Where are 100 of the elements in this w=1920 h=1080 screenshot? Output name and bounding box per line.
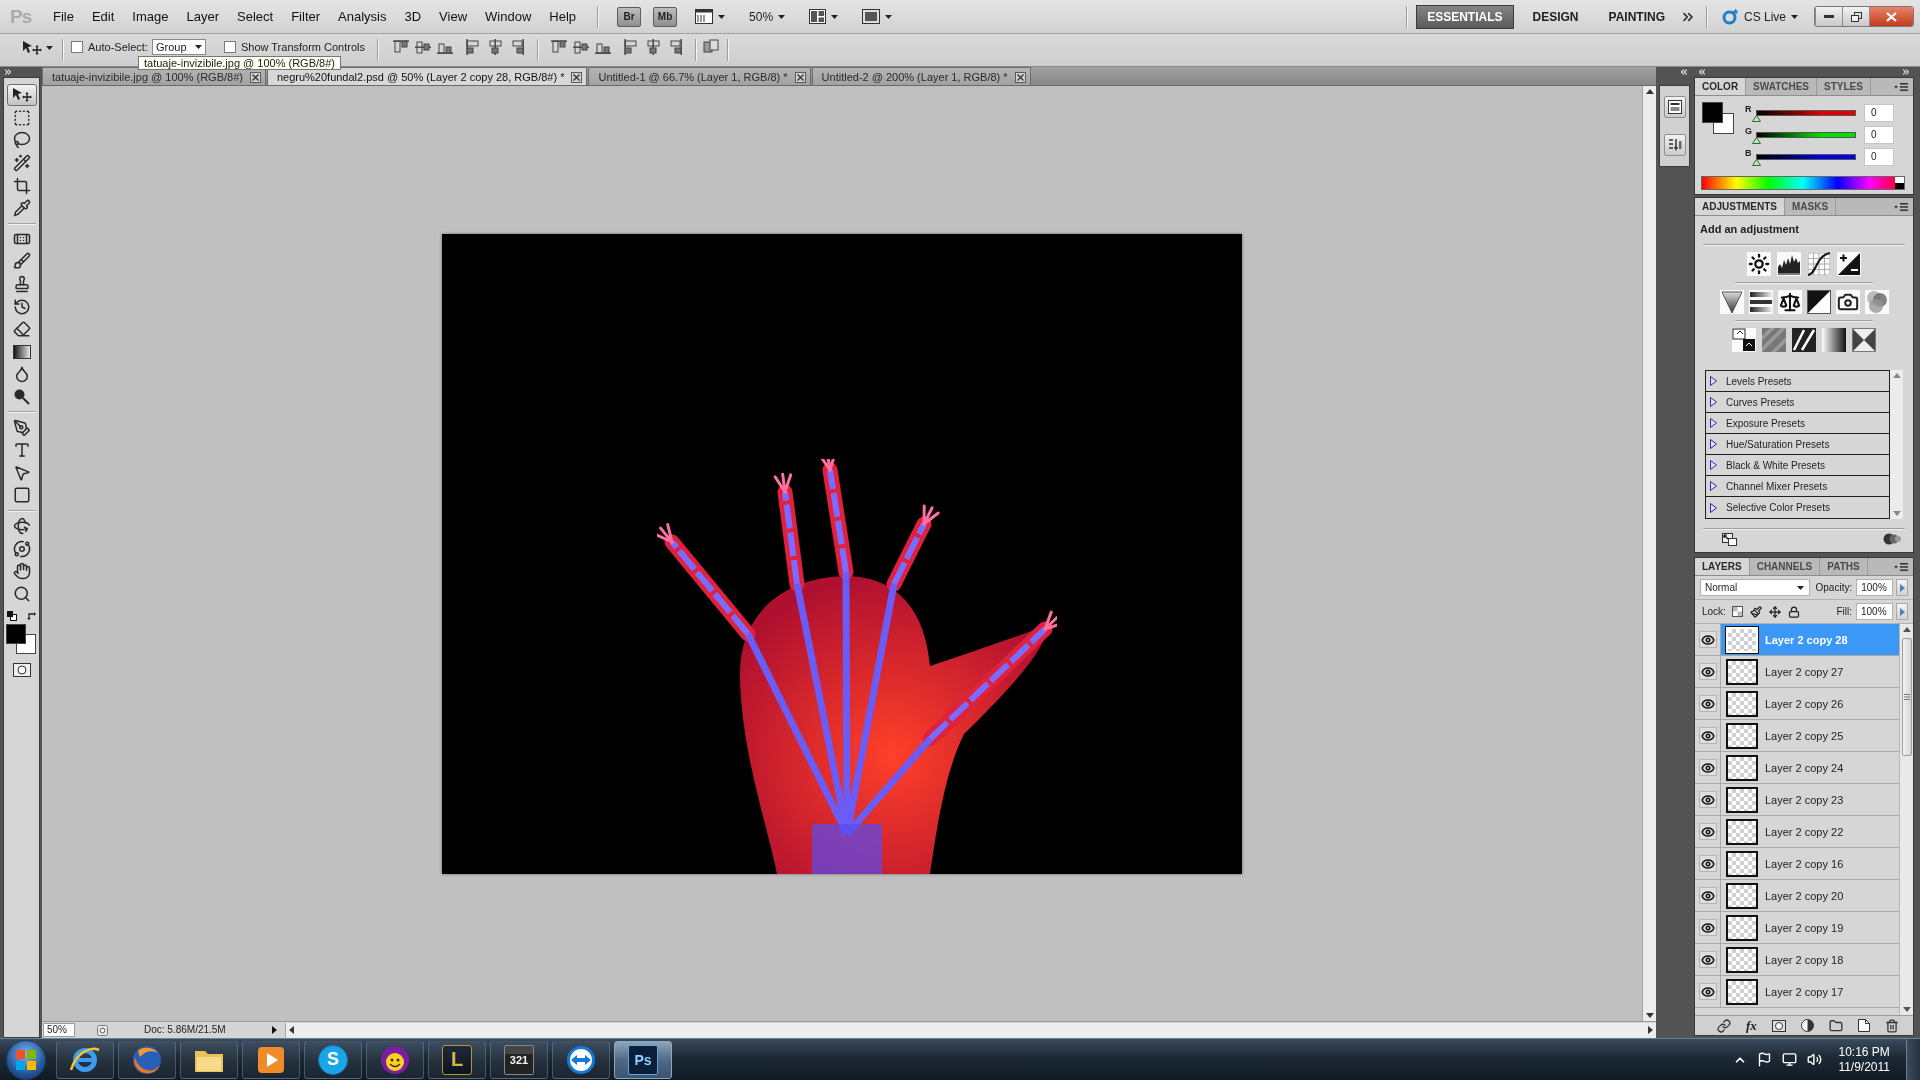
start-button[interactable]: [6, 1039, 46, 1080]
histogram-icon[interactable]: [1777, 252, 1801, 276]
app-launch-button[interactable]: Br: [617, 6, 642, 27]
collapse-dock-icon[interactable]: [1679, 67, 1689, 77]
selected-tool-button[interactable]: [6, 84, 37, 107]
panel-tab[interactable]: SWATCHES: [1746, 78, 1818, 95]
close-icon[interactable]: [571, 72, 583, 83]
color-swatches[interactable]: [6, 624, 37, 656]
layer-row[interactable]: Layer 2 copy 23: [1695, 784, 1899, 816]
checkerboard-icon[interactable]: [1731, 606, 1743, 617]
checkbox[interactable]: [71, 41, 83, 53]
taskbar-button[interactable]: [242, 1040, 300, 1079]
panel-tab[interactable]: CHANNELS: [1749, 558, 1821, 575]
close-icon[interactable]: [1014, 72, 1026, 83]
taskbar-button[interactable]: [118, 1040, 176, 1079]
close-icon[interactable]: [794, 72, 806, 83]
opacity-field[interactable]: 100%: [1856, 579, 1894, 596]
auto-align-button[interactable]: [703, 39, 720, 55]
taskbar-button[interactable]: [366, 1040, 424, 1079]
scroll-down-icon[interactable]: [1645, 1013, 1654, 1018]
align-icon[interactable]: [393, 39, 410, 55]
distribute-icon[interactable]: [667, 39, 684, 55]
expand-triangle-icon[interactable]: [1710, 439, 1717, 449]
threshold-icon[interactable]: [1792, 328, 1816, 352]
gradient-icon[interactable]: [12, 344, 31, 359]
exposure-icon[interactable]: [1837, 252, 1861, 276]
lasso-icon[interactable]: [12, 131, 31, 150]
taskbar-button[interactable]: [180, 1040, 238, 1079]
scroll-down-icon[interactable]: [1902, 1007, 1911, 1012]
menu-item[interactable]: Select: [228, 6, 283, 27]
trash-icon[interactable]: [1884, 1018, 1899, 1033]
eye-icon[interactable]: [1698, 855, 1717, 872]
crop-icon[interactable]: [12, 176, 31, 195]
balance-scale-icon[interactable]: [1777, 290, 1802, 314]
menu-item[interactable]: Image: [123, 6, 178, 27]
quick-mask-button[interactable]: [12, 663, 31, 678]
triangle-icon[interactable]: [1719, 290, 1744, 314]
expand-triangle-icon[interactable]: [1710, 418, 1717, 428]
taskbar-button[interactable]: L: [428, 1040, 486, 1079]
slider-thumb[interactable]: [1752, 158, 1761, 166]
cs-live-button[interactable]: CS Live: [1717, 8, 1802, 25]
slider-thumb[interactable]: [1752, 114, 1761, 122]
taskbar-button[interactable]: [552, 1040, 610, 1079]
brush-icon[interactable]: [1749, 605, 1762, 618]
preset-item[interactable]: Selective Color Presets: [1706, 497, 1889, 518]
scroll-up-icon[interactable]: [1645, 89, 1654, 94]
hue-bars-icon[interactable]: [1748, 290, 1773, 314]
layer-row[interactable]: Layer 2 copy 25: [1695, 720, 1899, 752]
workspace-button[interactable]: DESIGN: [1521, 4, 1590, 29]
distribute-icon[interactable]: [573, 39, 590, 55]
type-icon[interactable]: [12, 441, 31, 460]
move-arrow-icon[interactable]: [11, 87, 32, 104]
scroll-up-icon[interactable]: [1902, 627, 1911, 632]
eye-icon[interactable]: [1698, 727, 1717, 744]
magic-wand-icon[interactable]: [12, 154, 31, 173]
overlapping-circles-icon[interactable]: [1864, 290, 1889, 314]
channel-value-field[interactable]: 0: [1864, 104, 1894, 122]
preset-item[interactable]: Black & White Presets: [1706, 455, 1889, 476]
curve-graph-icon[interactable]: [1807, 252, 1831, 276]
network-icon[interactable]: [1782, 1052, 1798, 1067]
auto-select-dropdown[interactable]: Group: [151, 39, 206, 55]
slider-thumb[interactable]: [1752, 136, 1761, 144]
mask-icon[interactable]: [1771, 1019, 1786, 1032]
overlapping-circles-icon[interactable]: [1883, 533, 1901, 545]
show-desktop-button[interactable]: [1906, 1039, 1920, 1080]
triangle-right-icon[interactable]: [272, 1026, 277, 1034]
menu-item[interactable]: File: [44, 6, 83, 27]
restore-button[interactable]: [1842, 7, 1869, 26]
rounded-square-icon[interactable]: [97, 1024, 108, 1036]
fill-slider-button[interactable]: [1896, 603, 1908, 620]
channel-value-field[interactable]: 0: [1864, 126, 1894, 144]
eye-icon[interactable]: [1698, 631, 1717, 648]
crossed-triangles-icon[interactable]: [1852, 328, 1876, 352]
scrollbar-thumb[interactable]: [1901, 638, 1912, 756]
vertical-scrollbar[interactable]: [1642, 86, 1656, 1021]
default-colors-icon[interactable]: [6, 611, 17, 622]
layer-row[interactable]: Layer 2 copy 16: [1695, 848, 1899, 880]
minimize-button[interactable]: [1815, 7, 1842, 26]
dashed-square-icon[interactable]: [12, 108, 31, 127]
preset-item[interactable]: Levels Presets: [1706, 371, 1889, 392]
menu-item[interactable]: Layer: [177, 6, 229, 27]
layer-row[interactable]: Layer 2 copy 18: [1695, 944, 1899, 976]
zoom-field[interactable]: 50%: [43, 1023, 75, 1037]
distribute-icon[interactable]: [645, 39, 662, 55]
align-icon[interactable]: [415, 39, 432, 55]
preset-item[interactable]: Channel Mixer Presets: [1706, 476, 1889, 497]
zoom-dropdown[interactable]: 50%: [745, 5, 790, 28]
align-icon[interactable]: [509, 39, 526, 55]
menu-item[interactable]: Analysis: [329, 6, 396, 27]
eye-icon[interactable]: [1698, 887, 1717, 904]
checkbox[interactable]: [223, 41, 236, 53]
expand-panels-icon[interactable]: [1901, 67, 1911, 77]
horizontal-scrollbar[interactable]: [285, 1022, 1656, 1038]
layer-row[interactable]: Layer 2 copy 17: [1695, 976, 1899, 1008]
pointer-arrow-icon[interactable]: [12, 463, 31, 482]
document-tab[interactable]: Untitled-1 @ 66.7% (Layer 1, RGB/8) *: [588, 67, 811, 85]
expand-triangle-icon[interactable]: [1710, 481, 1717, 491]
panel-tab[interactable]: PATHS: [1820, 558, 1868, 575]
invert-squares-icon[interactable]: [1732, 328, 1756, 352]
pen-nib-icon[interactable]: [12, 418, 31, 437]
